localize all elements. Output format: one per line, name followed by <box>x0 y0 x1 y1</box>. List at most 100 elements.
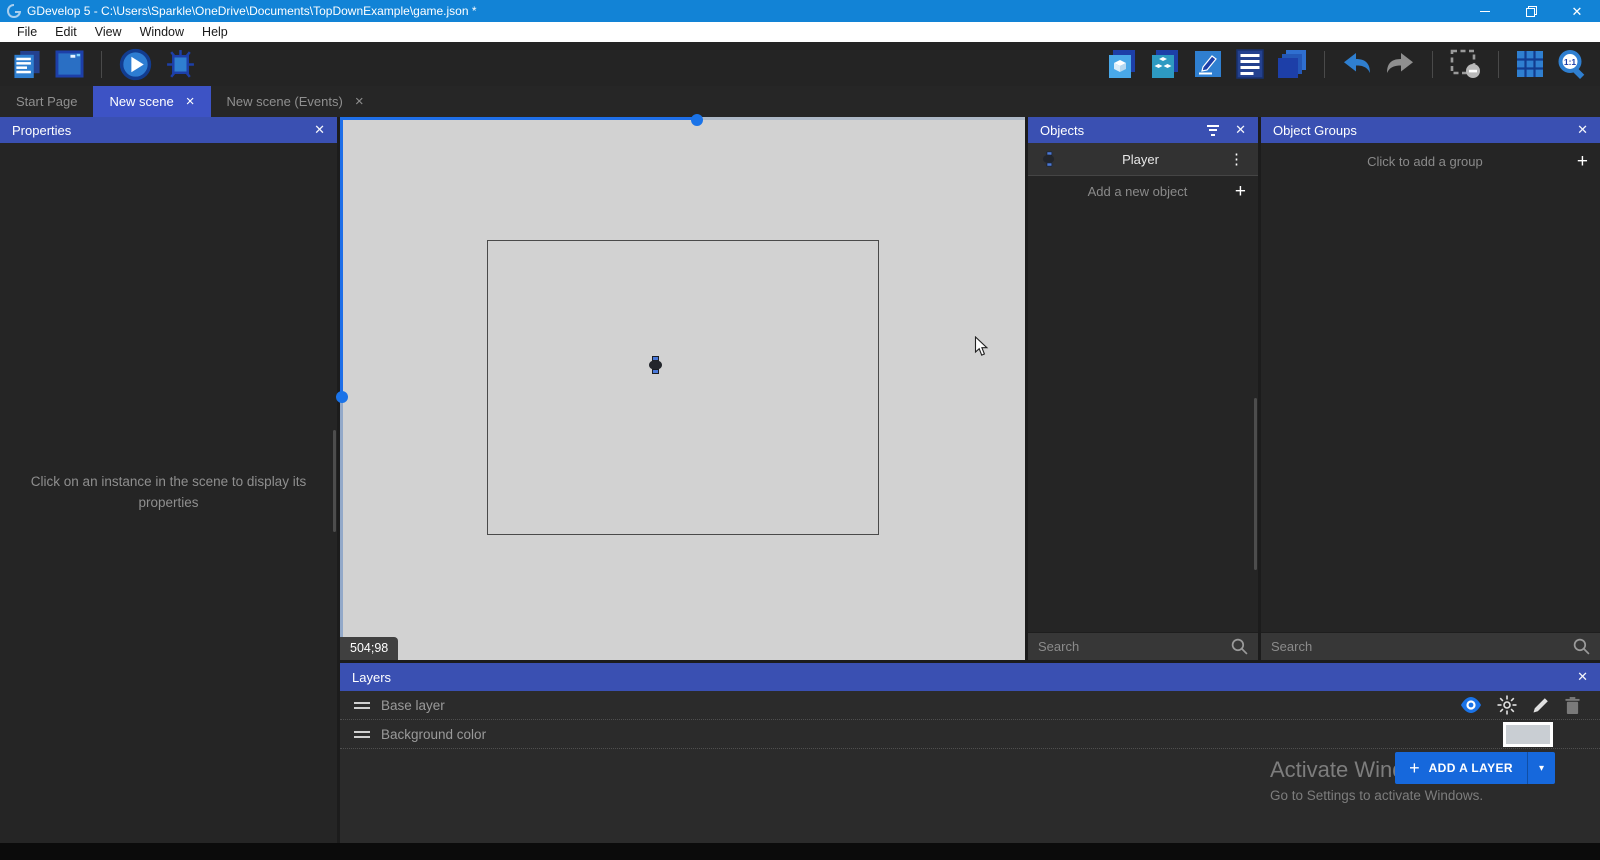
horizontal-scroll-fill <box>340 117 697 120</box>
undo-icon[interactable] <box>1342 52 1372 77</box>
menu-file[interactable]: File <box>8 22 46 42</box>
properties-panel: Properties ✕ Click on an instance in the… <box>0 117 337 843</box>
search-icon <box>1231 638 1248 655</box>
add-layer-button[interactable]: + ADD A LAYER ▾ <box>1395 752 1555 784</box>
watermark-line2: Go to Settings to activate Windows. <box>1270 788 1483 803</box>
close-icon[interactable]: ✕ <box>1577 122 1588 138</box>
object-menu-icon[interactable]: ⋮ <box>1225 150 1248 168</box>
export-project-icon[interactable] <box>55 50 84 78</box>
background-color-swatch[interactable] <box>1503 722 1553 747</box>
object-list-item-player[interactable]: Player ⋮ <box>1028 143 1258 176</box>
filter-icon[interactable] <box>1207 125 1219 136</box>
object-groups-panel-icon[interactable] <box>1150 49 1180 79</box>
search-icon <box>1573 638 1590 655</box>
menu-window[interactable]: Window <box>131 22 193 42</box>
layer-row-base[interactable]: Base layer <box>340 691 1600 720</box>
close-icon: ✕ <box>1572 5 1583 18</box>
instances-list-icon[interactable] <box>1236 49 1264 79</box>
tab-new-scene-events[interactable]: New scene (Events) × <box>211 86 380 117</box>
vertical-scroll-handle[interactable] <box>336 391 348 403</box>
visibility-eye-icon[interactable] <box>1460 697 1482 713</box>
tab-label: New scene (Events) <box>227 94 343 109</box>
tab-label: New scene <box>109 94 173 109</box>
add-object-row[interactable]: Add a new object + <box>1028 176 1258 207</box>
add-group-label: Click to add a group <box>1273 154 1577 169</box>
add-group-row[interactable]: Click to add a group + <box>1261 143 1600 179</box>
objects-search-row <box>1028 632 1258 660</box>
object-groups-panel: Object Groups ✕ Click to add a group + <box>1261 117 1600 660</box>
close-icon[interactable]: ✕ <box>1235 122 1246 138</box>
restore-icon <box>1526 6 1537 17</box>
objects-search-input[interactable] <box>1038 639 1231 654</box>
panel-title: Properties <box>12 123 314 138</box>
minimize-icon <box>1480 11 1490 12</box>
objects-panel-body <box>1028 207 1258 632</box>
scene-canvas[interactable]: 504;98 <box>340 117 1025 660</box>
player-thumbnail-icon <box>1043 151 1055 166</box>
object-name: Player <box>1056 152 1225 167</box>
debug-icon[interactable] <box>165 49 196 80</box>
menu-edit[interactable]: Edit <box>46 22 86 42</box>
plus-icon[interactable]: + <box>1577 152 1588 171</box>
properties-scrollbar[interactable] <box>333 430 336 532</box>
project-manager-icon[interactable] <box>12 50 42 79</box>
add-layer-label: ADD A LAYER <box>1429 761 1513 775</box>
objects-panel-icon[interactable] <box>1107 49 1137 79</box>
layers-panel-header: Layers ✕ <box>340 663 1600 691</box>
tab-start-page[interactable]: Start Page <box>0 86 93 117</box>
tab-close-icon[interactable]: × <box>355 94 364 109</box>
drag-handle-icon[interactable] <box>354 731 370 738</box>
cursor-coordinates: 504;98 <box>340 637 398 660</box>
properties-panel-header: Properties ✕ <box>0 117 337 143</box>
layers-panel: Layers ✕ Base layer Background color Act… <box>340 663 1600 843</box>
groups-search-input[interactable] <box>1271 639 1573 654</box>
menu-view[interactable]: View <box>86 22 131 42</box>
drag-handle-icon[interactable] <box>354 702 370 709</box>
restore-button[interactable] <box>1508 0 1554 22</box>
panel-title: Object Groups <box>1273 123 1577 138</box>
object-groups-panel-header: Object Groups ✕ <box>1261 117 1600 143</box>
objects-panel-header: Objects ✕ <box>1028 117 1258 143</box>
editor-tab-bar: Start Page New scene × New scene (Events… <box>0 86 1600 117</box>
layer-row-background[interactable]: Background color <box>340 720 1600 749</box>
clear-selection-icon[interactable] <box>1450 49 1481 79</box>
minimize-button[interactable] <box>1462 0 1508 22</box>
close-icon[interactable]: ✕ <box>314 122 325 138</box>
toolbar-separator <box>1432 51 1433 78</box>
grid-icon[interactable] <box>1516 50 1544 78</box>
player-instance[interactable] <box>649 356 662 374</box>
layers-panel-icon[interactable] <box>1277 49 1307 79</box>
title-bar: GDevelop 5 - C:\Users\Sparkle\OneDrive\D… <box>0 0 1600 22</box>
play-preview-icon[interactable] <box>119 48 152 81</box>
redo-icon[interactable] <box>1385 52 1415 77</box>
zoom-reset-icon[interactable]: 1:1 <box>1557 49 1588 80</box>
gdevelop-logo-icon <box>7 4 21 18</box>
toolbar-separator <box>101 51 102 78</box>
player-sprite-bottom <box>652 369 659 374</box>
menu-help[interactable]: Help <box>193 22 237 42</box>
tab-new-scene[interactable]: New scene × <box>93 86 210 117</box>
workspace: Properties ✕ Click on an instance in the… <box>0 117 1600 860</box>
window-bottom-edge <box>0 843 1600 860</box>
mouse-cursor <box>974 336 989 357</box>
layer-effects-icon[interactable] <box>1497 695 1517 715</box>
object-groups-panel-body <box>1261 179 1600 632</box>
delete-layer-icon[interactable] <box>1565 697 1580 714</box>
tab-label: Start Page <box>16 94 77 109</box>
add-object-label: Add a new object <box>1040 184 1235 199</box>
chevron-down-icon[interactable]: ▾ <box>1528 763 1555 774</box>
close-icon[interactable]: ✕ <box>1577 669 1588 685</box>
menu-bar: File Edit View Window Help <box>0 22 1600 42</box>
objects-scrollbar[interactable] <box>1254 398 1257 570</box>
panel-title: Objects <box>1040 123 1207 138</box>
horizontal-scroll-handle[interactable] <box>691 114 703 126</box>
properties-empty-message: Click on an instance in the scene to dis… <box>0 472 337 514</box>
close-button[interactable]: ✕ <box>1554 0 1600 22</box>
plus-icon[interactable]: + <box>1235 182 1246 201</box>
edit-scene-properties-icon[interactable] <box>1193 49 1223 79</box>
toolbar-separator <box>1324 51 1325 78</box>
window-title: GDevelop 5 - C:\Users\Sparkle\OneDrive\D… <box>27 4 1462 18</box>
svg-text:1:1: 1:1 <box>1564 57 1577 67</box>
tab-close-icon[interactable]: × <box>186 94 195 109</box>
edit-layer-icon[interactable] <box>1532 696 1550 714</box>
